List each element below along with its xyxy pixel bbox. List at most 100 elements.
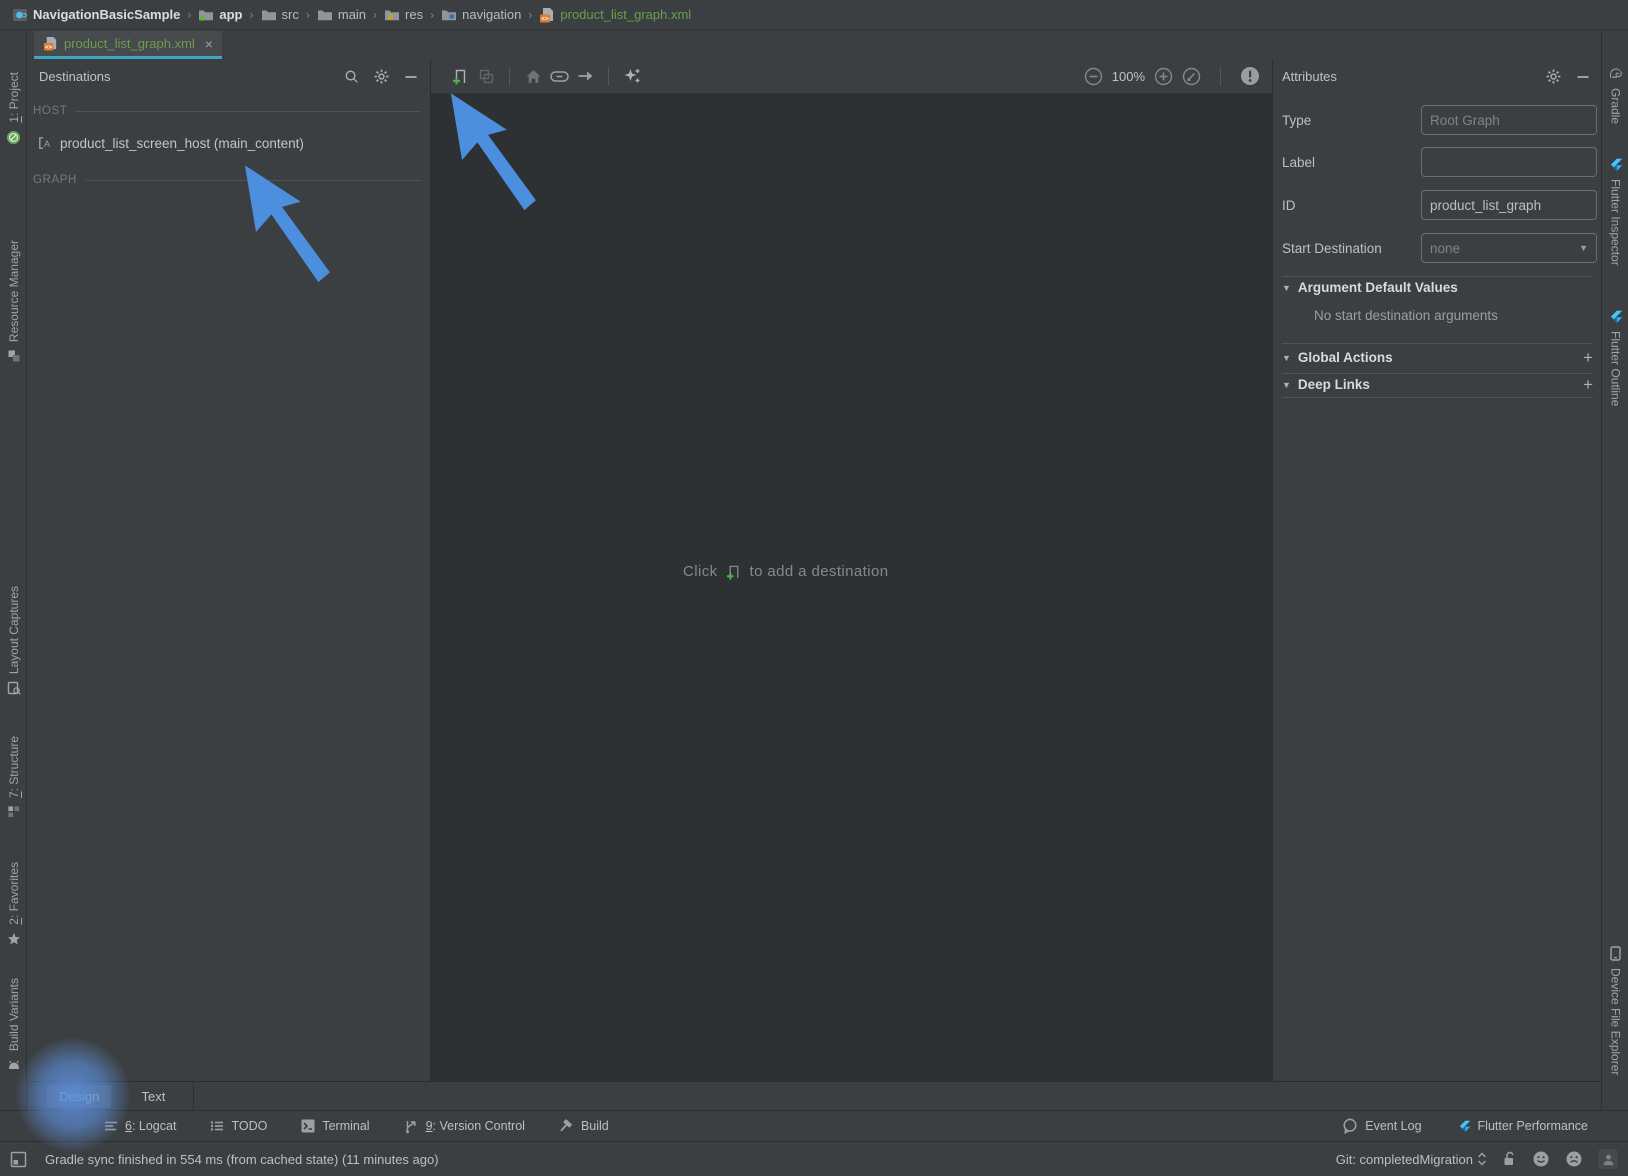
canvas-empty-state: Click to add a destination bbox=[683, 563, 888, 580]
auto-arrange-icon[interactable] bbox=[619, 64, 645, 88]
hide-panel-icon[interactable] bbox=[404, 70, 418, 84]
tool-window-version-control[interactable]: 9: Version Control bbox=[404, 1119, 525, 1134]
breadcrumb-item-res[interactable]: res bbox=[384, 7, 423, 23]
sidebar-item-build-variants[interactable]: Build Variants bbox=[0, 978, 27, 1072]
breadcrumb-item-src[interactable]: src bbox=[261, 7, 299, 23]
home-button[interactable] bbox=[520, 64, 546, 88]
tool-window-logcat[interactable]: 6: Logcat bbox=[104, 1119, 176, 1133]
sidebar-item-flutter-outline[interactable]: Flutter Outline bbox=[1602, 310, 1628, 406]
tool-window-label: 7: Structure bbox=[7, 736, 21, 798]
breadcrumb-item-app[interactable]: app bbox=[198, 7, 242, 23]
tool-window-label: Event Log bbox=[1365, 1119, 1421, 1133]
global-actions-section[interactable]: ▼ Global Actions + bbox=[1282, 349, 1593, 366]
breadcrumb-label: src bbox=[282, 7, 299, 22]
folder-icon bbox=[317, 7, 333, 23]
unlock-icon[interactable] bbox=[1502, 1151, 1517, 1167]
sidebar-item-flutter-inspector[interactable]: Flutter Inspector bbox=[1602, 158, 1628, 266]
tool-window-label: Terminal bbox=[322, 1119, 369, 1133]
toolbar-separator bbox=[1220, 67, 1221, 86]
tab-text[interactable]: Text bbox=[129, 1085, 177, 1108]
svg-text:<>: <> bbox=[542, 14, 550, 22]
zoom-out-icon[interactable] bbox=[1084, 67, 1103, 86]
sidebar-item-project[interactable]: 1: Project bbox=[0, 72, 27, 145]
new-nested-graph-button[interactable] bbox=[473, 64, 499, 88]
argument-default-values-section[interactable]: ▼ Argument Default Values bbox=[1282, 280, 1593, 295]
tool-window-event-log[interactable]: Event Log bbox=[1342, 1118, 1421, 1134]
tool-window-todo[interactable]: TODO bbox=[210, 1119, 267, 1133]
sidebar-item-layout-captures[interactable]: Layout Captures bbox=[0, 586, 27, 695]
start-destination-select[interactable]: none ▼ bbox=[1421, 233, 1597, 263]
resource-manager-icon bbox=[7, 349, 21, 363]
destinations-title: Destinations bbox=[39, 69, 111, 84]
destinations-panel: Destinations HOST A product_list_scree bbox=[27, 59, 431, 1081]
tool-window-build[interactable]: Build bbox=[559, 1119, 609, 1134]
tool-window-terminal[interactable]: Terminal bbox=[301, 1119, 369, 1133]
tool-window-label: Device File Explorer bbox=[1609, 968, 1623, 1075]
tool-window-label: Gradle bbox=[1609, 88, 1623, 124]
type-label: Type bbox=[1282, 113, 1412, 128]
breadcrumb-label: product_list_graph.xml bbox=[560, 7, 691, 22]
collapse-triangle-icon[interactable]: ▼ bbox=[1282, 353, 1291, 363]
sidebar-item-device-file-explorer[interactable]: Device File Explorer bbox=[1602, 946, 1628, 1075]
hide-panel-icon[interactable] bbox=[1576, 69, 1590, 84]
tool-window-flutter-performance[interactable]: Flutter Performance bbox=[1458, 1119, 1588, 1133]
user-dropdown-icon[interactable] bbox=[1598, 1149, 1618, 1169]
id-field[interactable] bbox=[1421, 190, 1597, 220]
layout-captures-icon bbox=[7, 681, 21, 695]
zoom-in-icon[interactable] bbox=[1154, 67, 1173, 86]
design-canvas[interactable]: 100% Click to add a destination bbox=[431, 59, 1272, 1081]
issue-panel-icon[interactable] bbox=[1240, 66, 1260, 86]
tool-window-label: TODO bbox=[231, 1119, 267, 1133]
branch-switch-icon bbox=[1477, 1152, 1487, 1166]
svg-text:<>: <> bbox=[45, 44, 53, 51]
android-studio-window: NavigationBasicSample › app › src › main… bbox=[0, 0, 1628, 1176]
collapse-triangle-icon[interactable]: ▼ bbox=[1282, 283, 1291, 293]
happy-face-icon[interactable] bbox=[1532, 1150, 1550, 1168]
no-arguments-note: No start destination arguments bbox=[1314, 308, 1498, 323]
breadcrumb-item-file[interactable]: <> product_list_graph.xml bbox=[539, 7, 691, 23]
tab-close-icon[interactable]: × bbox=[205, 36, 213, 52]
sidebar-item-structure[interactable]: 7: Structure bbox=[0, 736, 27, 818]
tool-window-label: 6: Logcat bbox=[125, 1119, 176, 1133]
type-field[interactable] bbox=[1421, 105, 1597, 135]
app-folder-icon bbox=[198, 7, 214, 23]
gear-icon[interactable] bbox=[374, 69, 389, 84]
svg-text:A: A bbox=[44, 139, 50, 149]
breadcrumb: NavigationBasicSample › app › src › main… bbox=[0, 0, 1628, 30]
sad-face-icon[interactable] bbox=[1565, 1150, 1583, 1168]
breadcrumb-item-project[interactable]: NavigationBasicSample bbox=[12, 7, 180, 23]
mode-tabs-divider bbox=[193, 1082, 194, 1111]
deep-link-button[interactable] bbox=[546, 64, 572, 88]
zoom-to-fit-icon[interactable] bbox=[1182, 67, 1201, 86]
destinations-header: Destinations bbox=[27, 59, 430, 94]
tab-design[interactable]: Design bbox=[47, 1085, 111, 1108]
breadcrumb-item-main[interactable]: main bbox=[317, 7, 366, 23]
breadcrumb-label: app bbox=[219, 7, 242, 22]
action-arrow-button[interactable] bbox=[572, 64, 598, 88]
editor-tab-bar: <> product_list_graph.xml × bbox=[27, 30, 1601, 59]
editor-tab-product-list-graph[interactable]: <> product_list_graph.xml × bbox=[34, 31, 222, 59]
tool-window-label: 1: Project bbox=[7, 72, 21, 123]
sidebar-item-resource-manager[interactable]: Resource Manager bbox=[0, 240, 27, 363]
xml-file-icon: <> bbox=[43, 36, 58, 51]
attributes-header: Attributes bbox=[1273, 59, 1601, 94]
res-folder-icon bbox=[384, 7, 400, 23]
tool-window-toggle-icon[interactable] bbox=[10, 1151, 27, 1168]
add-deep-link-button[interactable]: + bbox=[1583, 376, 1593, 393]
gear-icon[interactable] bbox=[1546, 69, 1561, 84]
breadcrumb-item-navigation[interactable]: navigation bbox=[441, 7, 521, 23]
git-branch-widget[interactable]: Git: completedMigration bbox=[1336, 1152, 1487, 1167]
collapse-triangle-icon[interactable]: ▼ bbox=[1282, 380, 1291, 390]
empty-state-text: Click bbox=[683, 563, 718, 580]
sidebar-item-gradle[interactable]: Gradle bbox=[1602, 66, 1628, 124]
label-field[interactable] bbox=[1421, 147, 1597, 177]
sidebar-item-favorites[interactable]: 2: Favorites bbox=[0, 862, 27, 946]
search-icon[interactable] bbox=[344, 69, 359, 84]
label-row: Label bbox=[1282, 147, 1602, 177]
deep-links-section[interactable]: ▼ Deep Links + bbox=[1282, 376, 1593, 393]
tool-window-label: Layout Captures bbox=[7, 586, 21, 674]
add-global-action-button[interactable]: + bbox=[1583, 349, 1593, 366]
host-destination-item[interactable]: A product_list_screen_host (main_content… bbox=[27, 130, 430, 156]
add-destination-button[interactable] bbox=[447, 64, 473, 88]
tool-window-label: Flutter Inspector bbox=[1609, 179, 1623, 266]
